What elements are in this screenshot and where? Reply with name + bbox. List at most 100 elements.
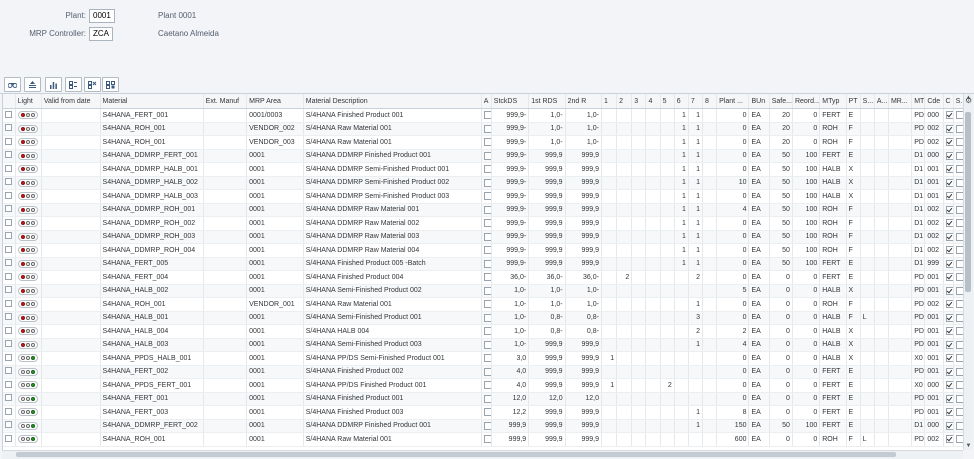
checked-checkbox[interactable] (945, 124, 953, 133)
row-selector[interactable] (5, 191, 12, 199)
row-checkbox[interactable] (483, 381, 491, 390)
column-header[interactable]: 7 (688, 94, 704, 109)
scroll-down-icon[interactable]: ▼ (964, 442, 973, 450)
column-header[interactable]: MRP Area (246, 94, 304, 109)
row-checkbox[interactable] (483, 394, 491, 403)
row-checkbox[interactable] (483, 259, 491, 268)
checked-checkbox[interactable] (945, 273, 953, 282)
column-header[interactable]: 2nd R (565, 94, 602, 109)
row-selector[interactable] (5, 299, 12, 307)
sort-icon[interactable] (24, 77, 41, 92)
column-header[interactable]: StckDS (491, 94, 530, 109)
checked-checkbox[interactable] (945, 151, 953, 160)
row-checkbox[interactable] (483, 219, 491, 228)
column-header[interactable]: 3 (631, 94, 647, 109)
row-checkbox[interactable] (483, 205, 491, 214)
column-header[interactable]: 1 (601, 94, 618, 109)
column-header[interactable]: S. (953, 94, 964, 109)
table-row[interactable]: S4HANA_FERT_001 0001/0003 S/4HANA Finished… (3, 108, 964, 123)
column-header[interactable]: 8 (702, 94, 718, 109)
column-header[interactable]: PT (846, 94, 861, 109)
column-header[interactable]: Material Description (303, 94, 482, 109)
mrp-controller-field[interactable]: ZCA (89, 27, 113, 41)
row-selector[interactable] (5, 218, 12, 226)
checked-checkbox[interactable] (945, 246, 953, 255)
column-header[interactable]: MR... (888, 94, 913, 109)
row-selector[interactable] (5, 367, 12, 375)
row-checkbox[interactable] (483, 286, 491, 295)
column-header[interactable]: BUn (748, 94, 770, 109)
table-row[interactable]: S4HANA_FERT_001 0001 S/4HANA Finished Prod… (3, 392, 964, 406)
row-selector[interactable] (5, 232, 12, 240)
column-header[interactable]: 6 (674, 94, 689, 109)
checked-checkbox[interactable] (945, 394, 953, 403)
row-checkbox[interactable] (483, 408, 491, 417)
binoculars-icon[interactable] (4, 77, 21, 92)
column-header[interactable]: 5 (660, 94, 675, 109)
column-header[interactable]: S... (860, 94, 875, 109)
row-checkbox[interactable] (483, 138, 491, 147)
row-checkbox[interactable] (483, 435, 491, 444)
checked-checkbox[interactable] (945, 138, 953, 147)
row-selector[interactable] (5, 407, 12, 415)
column-header[interactable]: Cde (924, 94, 944, 109)
table-row[interactable]: S4HANA_FERT_003 0001 S/4HANA Finished Prod… (3, 405, 964, 420)
table-row[interactable]: S4HANA_ROH_001 VENDOR_002 S/4HANA Raw Mate… (3, 122, 964, 136)
row-checkbox[interactable] (483, 151, 491, 160)
row-selector[interactable] (5, 421, 12, 429)
table-row[interactable]: S4HANA_HALB_001 0001 S/4HANA Semi-Finished… (3, 311, 964, 325)
row-checkbox[interactable] (483, 300, 491, 309)
row-selector[interactable] (5, 394, 12, 402)
row-checkbox[interactable] (483, 340, 491, 349)
row-selector[interactable] (5, 164, 12, 172)
chart-icon[interactable] (45, 77, 62, 92)
row-selector[interactable] (5, 245, 12, 253)
checked-checkbox[interactable] (945, 192, 953, 201)
table-row[interactable]: S4HANA_PPDS_HALB_001 0001 S/4HANA PP/DS Se… (3, 351, 964, 366)
table-row[interactable]: S4HANA_FERT_005 0001 S/4HANA Finished Prod… (3, 257, 964, 271)
column-header[interactable]: Material (100, 94, 204, 109)
row-selector[interactable] (5, 124, 12, 132)
row-selector[interactable] (5, 110, 12, 118)
plant-field[interactable]: 0001 (89, 9, 115, 23)
row-checkbox[interactable] (483, 367, 491, 376)
table-row[interactable]: S4HANA_DDMRP_ROH_001 0001 S/4HANA DDMRP Ra… (3, 203, 964, 217)
row-checkbox[interactable] (483, 192, 491, 201)
table-row[interactable]: S4HANA_DDMRP_FERT_001 0001 S/4HANA DDMRP F… (3, 149, 964, 163)
column-header[interactable]: A (481, 94, 492, 109)
checked-checkbox[interactable] (945, 340, 953, 349)
column-header[interactable]: A... (874, 94, 889, 109)
checked-checkbox[interactable] (945, 313, 953, 322)
vertical-scroll-thumb[interactable] (965, 112, 971, 292)
table-row[interactable]: S4HANA_FERT_002 0001 S/4HANA Finished Prod… (3, 365, 964, 379)
row-checkbox[interactable] (483, 313, 491, 322)
grid-remove-icon[interactable] (84, 77, 101, 92)
table-row[interactable]: S4HANA_DDMRP_HALB_002 0001 S/4HANA DDMRP S… (3, 176, 964, 190)
checked-checkbox[interactable] (945, 408, 953, 417)
table-row[interactable]: S4HANA_DDMRP_HALB_003 0001 S/4HANA DDMRP S… (3, 189, 964, 204)
table-row[interactable]: S4HANA_ROH_001 VENDOR_001 S/4HANA Raw Mate… (3, 297, 964, 312)
checked-checkbox[interactable] (945, 259, 953, 268)
row-checkbox[interactable] (483, 421, 491, 430)
table-row[interactable]: S4HANA_DDMRP_ROH_002 0001 S/4HANA DDMRP Ra… (3, 216, 964, 231)
grid-settings-icon[interactable] (102, 77, 119, 92)
row-selector[interactable] (5, 434, 12, 442)
table-row[interactable]: S4HANA_PPDS_FERT_001 0001 S/4HANA PP/DS Fi… (3, 378, 964, 393)
checked-checkbox[interactable] (945, 219, 953, 228)
table-row[interactable]: S4HANA_HALB_003 0001 S/4HANA Semi-Finished… (3, 338, 964, 352)
row-selector[interactable] (5, 137, 12, 145)
column-header[interactable]: Ext. Manuf (203, 94, 248, 109)
row-selector[interactable] (5, 272, 12, 280)
table-row[interactable]: S4HANA_ROH_001 0001 S/4HANA Raw Material 0… (3, 432, 964, 447)
row-checkbox[interactable] (483, 246, 491, 255)
mrp-material-grid[interactable]: Light Valid from date Material Ext. Manuf MR… (2, 94, 964, 450)
column-settings-icon[interactable]: ⚙ (965, 96, 972, 105)
table-row[interactable]: S4HANA_FERT_004 0001 S/4HANA Finished Prod… (3, 270, 964, 285)
table-row[interactable]: S4HANA_HALB_004 0001 S/4HANA HALB 004 1,0- 0… (3, 324, 964, 339)
vertical-scrollbar[interactable]: ▲ ▼ (963, 94, 973, 450)
row-selector[interactable] (5, 380, 12, 388)
grid-add-icon[interactable] (65, 77, 82, 92)
column-header[interactable]: Light (15, 94, 42, 109)
checked-checkbox[interactable] (945, 354, 953, 363)
table-row[interactable]: S4HANA_ROH_001 VENDOR_003 S/4HANA Raw Mate… (3, 135, 964, 150)
